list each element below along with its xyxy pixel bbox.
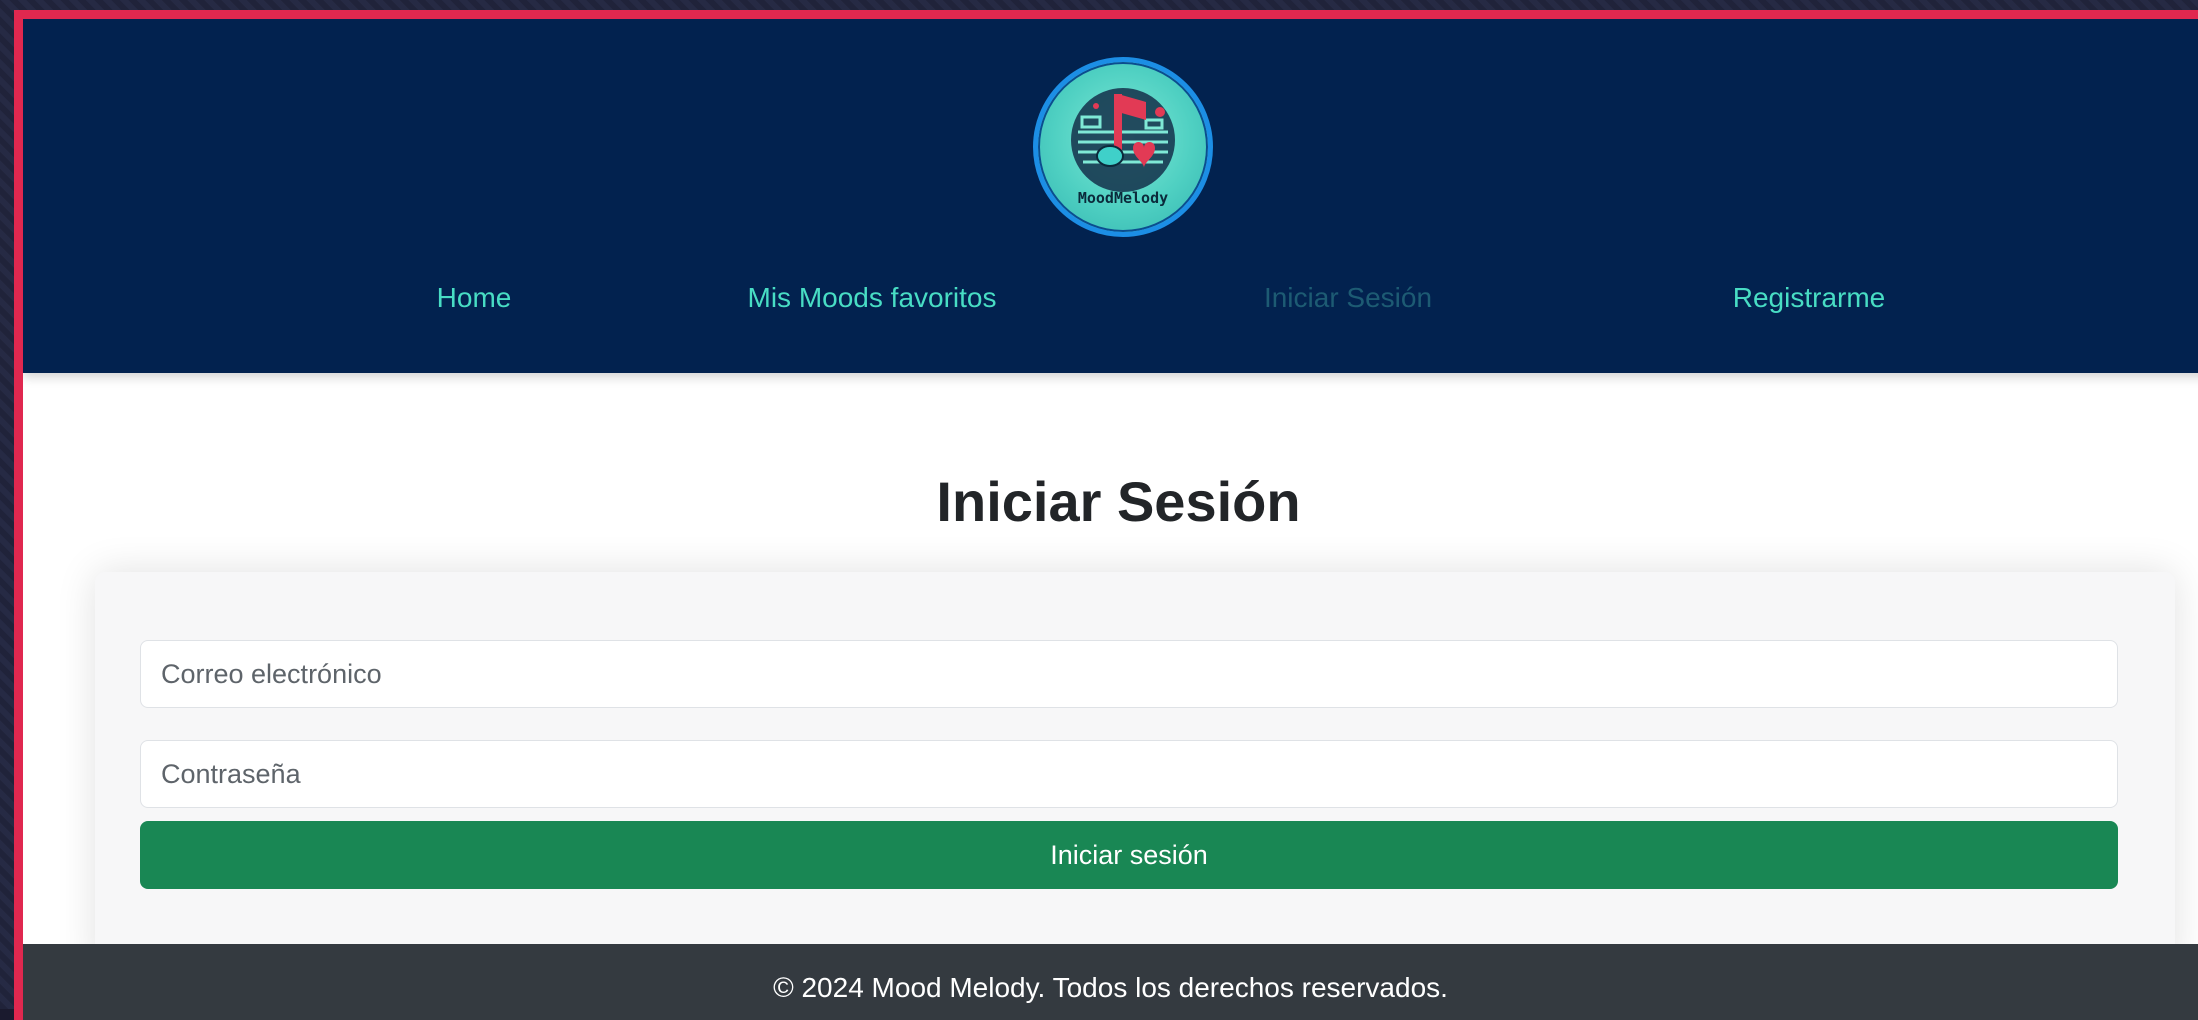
email-input[interactable] [140, 640, 2118, 708]
logo-text: MoodMelody [1077, 189, 1169, 207]
login-form-card: Iniciar sesión [95, 572, 2175, 972]
navbar: MoodMelody Home Mis Moods favoritos Inic… [23, 19, 2198, 373]
nav-registrarme[interactable]: Registrarme [1733, 282, 1885, 314]
nav-iniciar-sesion: Iniciar Sesión [1263, 282, 1433, 313]
moodmelody-logo[interactable]: MoodMelody [1033, 57, 1213, 237]
login-button[interactable]: Iniciar sesión [140, 821, 2118, 889]
password-input[interactable] [140, 740, 2118, 808]
nav-home[interactable]: Home [437, 282, 512, 314]
browser-viewport: MoodMelody Home Mis Moods favoritos Inic… [14, 10, 2198, 1020]
page-title: Iniciar Sesión [936, 470, 1301, 533]
nav-mis-moods-favoritos[interactable]: Mis Moods favoritos [748, 282, 997, 314]
footer-copyright: © 2024 Mood Melody. Todos los derechos r… [773, 972, 1448, 1003]
